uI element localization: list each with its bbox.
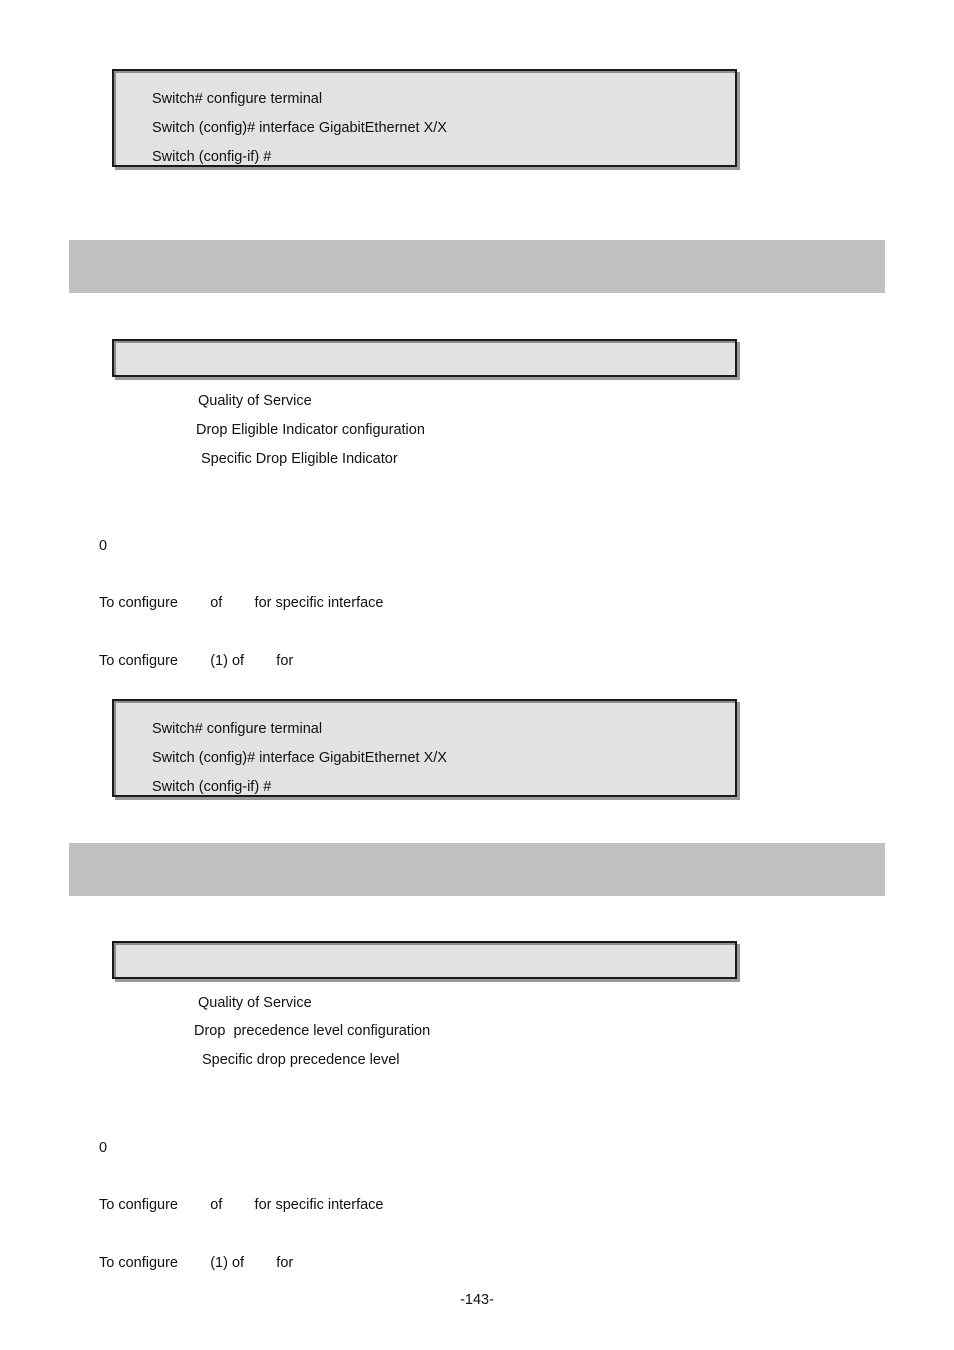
section-header-bar-two — [69, 843, 885, 896]
cli-line: Switch# configure terminal — [152, 91, 323, 107]
usage-line-interface-one: To configure of for specific interface — [99, 595, 384, 611]
cli-line: Switch# configure terminal — [152, 721, 323, 737]
default-value-two: 0 — [99, 1140, 108, 1156]
description-line-quality-of-service: Quality of Service — [198, 995, 312, 1011]
usage-line-value-two: To configure (1) of for — [99, 1255, 294, 1271]
cli-code-block-top: Switch# configure terminal Switch (confi… — [112, 69, 737, 167]
page-number: -143- — [460, 1292, 494, 1308]
default-value-one: 0 — [99, 538, 108, 554]
cli-code-block-middle: Switch# configure terminal Switch (confi… — [112, 699, 737, 797]
usage-line-value-one: To configure (1) of for — [99, 653, 294, 669]
cli-line: Switch (config-if) # — [152, 779, 272, 795]
section-header-bar-one — [69, 240, 885, 293]
command-syntax-box-one — [112, 339, 737, 377]
command-syntax-box-two — [112, 941, 737, 979]
description-line-feature: Drop precedence level configuration — [194, 1023, 431, 1039]
description-line-quality-of-service: Quality of Service — [198, 393, 312, 409]
cli-line: Switch (config)# interface GigabitEthern… — [152, 120, 447, 136]
manual-page: Switch# configure terminal Switch (confi… — [0, 0, 954, 1350]
description-line-parameter: Specific drop precedence level — [202, 1052, 400, 1068]
cli-line: Switch (config-if) # — [152, 149, 272, 165]
cli-line: Switch (config)# interface GigabitEthern… — [152, 750, 447, 766]
description-line-parameter: Specific Drop Eligible Indicator — [201, 451, 398, 467]
usage-line-interface-two: To configure of for specific interface — [99, 1197, 384, 1213]
description-line-feature: Drop Eligible Indicator configuration — [196, 422, 425, 438]
